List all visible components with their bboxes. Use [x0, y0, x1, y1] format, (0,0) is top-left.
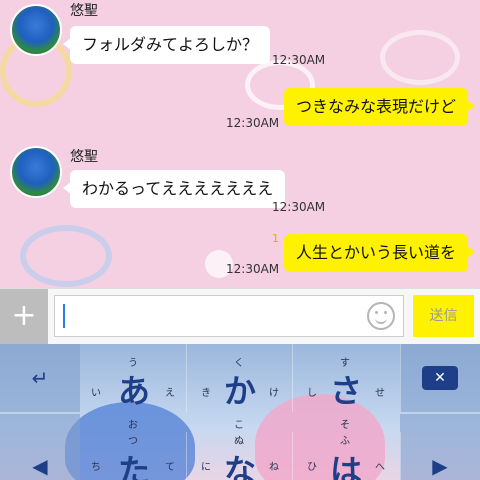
key-ka[interactable]: く き か け	[186, 344, 293, 412]
message-bubble[interactable]: つきなみな表現だけど	[284, 88, 476, 126]
send-button[interactable]: 送信	[413, 295, 474, 337]
key-flick-right: え	[165, 388, 175, 399]
emoji-eye	[375, 311, 378, 314]
right-arrow-icon: ▶	[432, 454, 448, 478]
key-ha[interactable]: ふ ひ は へ	[292, 432, 401, 480]
emoji-eye	[384, 311, 387, 314]
key-flick-right: へ	[375, 462, 385, 473]
key-main-char: た	[117, 452, 150, 480]
flick-keyboard: ↵ ◀ ✕ ▶ う い あ え く き か け す し さ せ お こ そ つ …	[0, 344, 480, 480]
key-flick-up: つ	[128, 436, 138, 447]
read-count: 1	[272, 232, 279, 245]
key-flick-down: こ	[234, 420, 244, 431]
key-flick-right: て	[165, 462, 175, 473]
message-timestamp: 12:30AM	[226, 116, 280, 130]
key-flick-left: ひ	[307, 462, 317, 473]
emoji-icon[interactable]	[367, 302, 395, 330]
add-attachment-button[interactable]: +	[0, 289, 48, 345]
message-bubble[interactable]: フォルダみてよろしか？	[62, 26, 271, 64]
key-main-char: あ	[117, 372, 150, 410]
cursor-right-key[interactable]: ▶	[400, 414, 480, 480]
chat-area: 悠聖 フォルダみてよろしか？ 12:30AM つきなみな表現だけど 12:30A…	[0, 0, 480, 288]
wallpaper-bow-decoration	[380, 30, 460, 85]
wallpaper-bow-decoration	[20, 225, 112, 287]
key-flick-left: ち	[91, 462, 101, 473]
message-timestamp: 12:30AM	[272, 200, 326, 214]
key-flick-right: ね	[269, 462, 279, 473]
key-ta[interactable]: つ ち た て	[80, 432, 187, 480]
message-timestamp: 12:30AM	[226, 262, 280, 276]
message-input-bar: + 送信	[0, 288, 480, 345]
avatar[interactable]	[10, 146, 62, 198]
key-flick-left: に	[201, 462, 211, 473]
text-caret	[63, 304, 65, 328]
key-main-char: な	[223, 452, 256, 480]
sender-name: 悠聖	[70, 149, 98, 165]
key-flick-left: き	[201, 388, 211, 399]
cursor-left-key[interactable]: ◀	[0, 414, 80, 480]
key-flick-right: け	[269, 388, 279, 399]
key-flick-right: せ	[375, 388, 385, 399]
backspace-icon: ✕	[422, 366, 458, 390]
message-timestamp: 12:30AM	[272, 53, 326, 67]
key-flick-down: お	[128, 420, 138, 431]
key-sa[interactable]: す し さ せ	[292, 344, 401, 412]
message-bubble[interactable]: 人生とかいう長い道を	[284, 234, 476, 272]
sender-name: 悠聖	[70, 3, 98, 19]
message-input[interactable]	[54, 295, 404, 337]
message-bubble[interactable]: わかるってえええええええ	[62, 170, 286, 208]
key-na[interactable]: ぬ に な ね	[186, 432, 293, 480]
key-flick-left: し	[307, 388, 317, 399]
key-flick-down: そ	[340, 420, 350, 431]
undo-key[interactable]: ↵	[0, 344, 80, 412]
undo-arrow-icon: ↵	[31, 366, 49, 390]
key-main-char: は	[329, 452, 362, 480]
key-flick-left: い	[91, 388, 101, 399]
key-a[interactable]: う い あ え	[80, 344, 187, 412]
left-arrow-icon: ◀	[32, 454, 48, 478]
emoji-mouth	[375, 315, 387, 324]
key-main-char: さ	[329, 372, 362, 410]
key-flick-up: ぬ	[234, 436, 244, 447]
key-flick-up: ふ	[340, 436, 350, 447]
key-main-char: か	[223, 372, 256, 410]
backspace-key[interactable]: ✕	[400, 344, 480, 412]
avatar[interactable]	[10, 4, 62, 56]
